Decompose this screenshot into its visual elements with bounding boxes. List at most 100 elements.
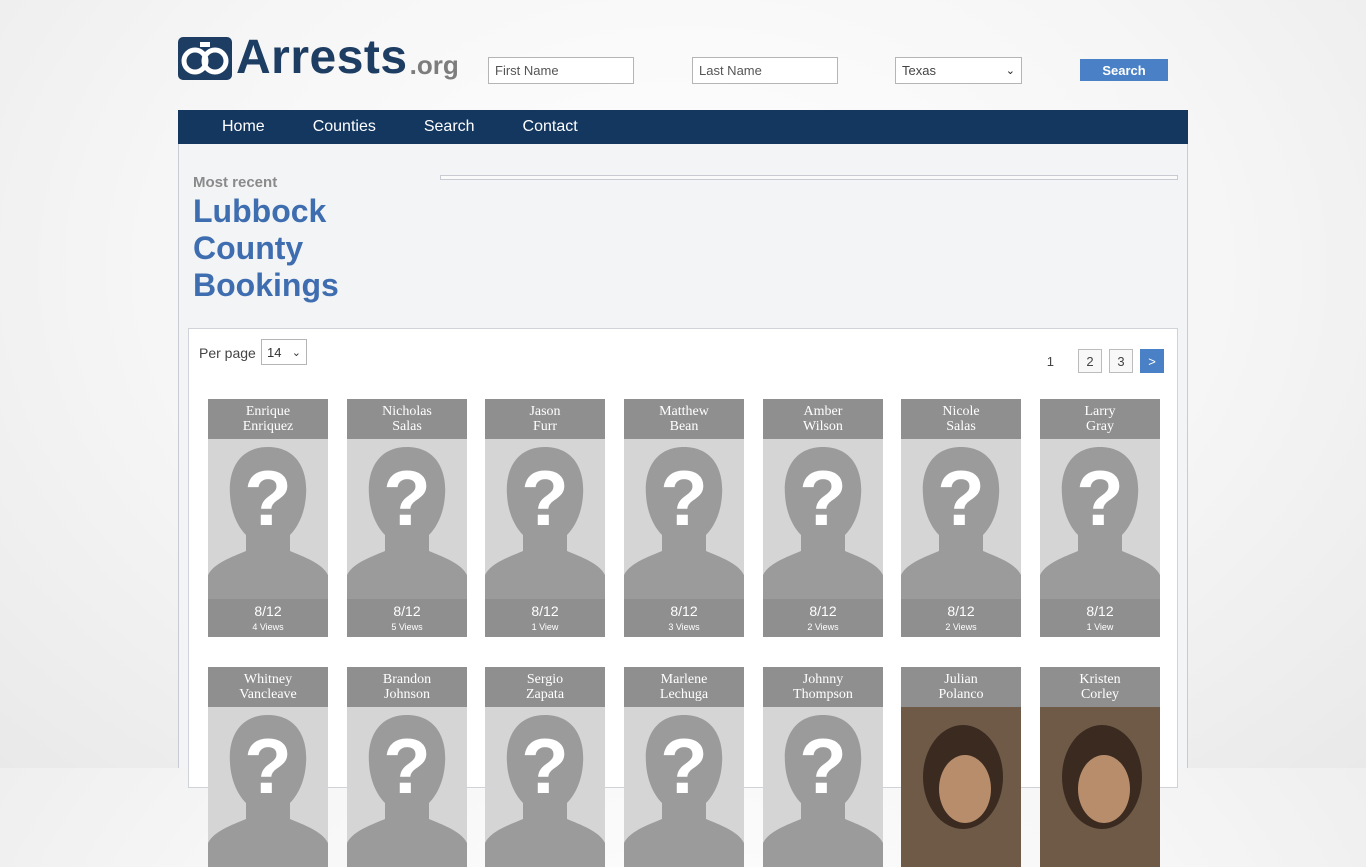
booking-first-name: Johnny: [802, 672, 844, 687]
booking-name: Larry Gray: [1040, 399, 1160, 439]
svg-text:?: ?: [244, 722, 292, 810]
booking-card[interactable]: Julian Polanco: [901, 667, 1021, 867]
booking-photo: ?: [763, 439, 883, 599]
booking-date: 8/12: [1086, 603, 1114, 619]
svg-text:?: ?: [799, 454, 847, 542]
booking-name: Jason Furr: [485, 399, 605, 439]
booking-card[interactable]: Nicholas Salas? 8/12 5 Views: [347, 399, 467, 637]
logo-suffix: .org: [409, 50, 459, 80]
booking-views: 1 View: [531, 622, 559, 632]
pagination-next[interactable]: >: [1140, 349, 1164, 373]
booking-last-name: Salas: [946, 419, 976, 434]
booking-last-name: Corley: [1080, 687, 1120, 702]
booking-footer: 8/12 1 View: [485, 599, 605, 637]
first-name-input[interactable]: [488, 57, 634, 84]
svg-text:?: ?: [383, 454, 431, 542]
per-page-value: 14: [267, 344, 282, 360]
last-name-input[interactable]: [692, 57, 838, 84]
svg-text:?: ?: [1076, 454, 1124, 542]
booking-photo: ?: [208, 707, 328, 867]
booking-card[interactable]: Amber Wilson? 8/12 2 Views: [763, 399, 883, 637]
unknown-person-icon: ?: [901, 439, 1021, 599]
booking-first-name: Enrique: [245, 404, 291, 419]
unknown-person-icon: ?: [347, 707, 467, 867]
chevron-down-icon: ⌄: [1005, 65, 1015, 77]
booking-card[interactable]: Larry Gray? 8/12 1 View: [1040, 399, 1160, 637]
booking-views: 2 Views: [807, 622, 839, 632]
site-logo[interactable]: Arrests .org: [178, 34, 459, 82]
booking-photo: ?: [1040, 439, 1160, 599]
booking-card[interactable]: Johnny Thompson?: [763, 667, 883, 867]
booking-first-name: Sergio: [526, 672, 564, 687]
nav-contact[interactable]: Contact: [523, 118, 578, 136]
svg-text:?: ?: [660, 722, 708, 810]
booking-first-name: Nicholas: [382, 404, 432, 419]
booking-last-name: Wilson: [803, 419, 843, 434]
booking-name: Marlene Lechuga: [624, 667, 744, 707]
booking-name: Nicole Salas: [901, 399, 1021, 439]
svg-text:?: ?: [937, 454, 985, 542]
search-button[interactable]: Search: [1080, 59, 1168, 81]
booking-name: Matthew Bean: [624, 399, 744, 439]
nav-home[interactable]: Home: [222, 118, 265, 136]
booking-photo: ?: [208, 439, 328, 599]
unknown-person-icon: ?: [1040, 439, 1160, 599]
booking-footer: 8/12 2 Views: [763, 599, 883, 637]
booking-card[interactable]: Whitney Vancleave?: [208, 667, 328, 867]
pagination-page-2[interactable]: 2: [1078, 349, 1102, 373]
unknown-person-icon: ?: [624, 439, 744, 599]
booking-card[interactable]: Nicole Salas? 8/12 2 Views: [901, 399, 1021, 637]
pagination: 1 2 3 >: [1047, 349, 1164, 373]
booking-footer: 8/12 3 Views: [624, 599, 744, 637]
booking-card[interactable]: Matthew Bean? 8/12 3 Views: [624, 399, 744, 637]
per-page-label: Per page: [199, 345, 256, 361]
booking-photo: ?: [347, 707, 467, 867]
booking-photo: ?: [485, 439, 605, 599]
booking-first-name: Kristen: [1079, 672, 1121, 687]
unknown-person-icon: ?: [208, 439, 328, 599]
booking-last-name: Salas: [392, 419, 422, 434]
unknown-person-icon: ?: [485, 707, 605, 867]
state-select[interactable]: Texas ⌄: [895, 57, 1022, 84]
booking-card[interactable]: Marlene Lechuga?: [624, 667, 744, 867]
site-header: Arrests .org Texas ⌄ Search: [0, 0, 1366, 110]
booking-last-name: Furr: [532, 419, 558, 434]
booking-footer: 8/12 1 View: [1040, 599, 1160, 637]
booking-date: 8/12: [531, 603, 559, 619]
booking-name: Sergio Zapata: [485, 667, 605, 707]
booking-card[interactable]: Brandon Johnson?: [347, 667, 467, 867]
booking-last-name: Gray: [1086, 419, 1114, 434]
booking-card[interactable]: Enrique Enriquez? 8/12 4 Views: [208, 399, 328, 637]
booking-photo: ?: [485, 707, 605, 867]
main-nav: Home Counties Search Contact: [178, 110, 1188, 144]
nav-counties[interactable]: Counties: [313, 118, 376, 136]
booking-views: 2 Views: [945, 622, 977, 632]
booking-footer: 8/12 2 Views: [901, 599, 1021, 637]
main-content: Most recent Lubbock County Bookings Per …: [178, 144, 1188, 867]
nav-search[interactable]: Search: [424, 118, 475, 136]
bookings-panel: Per page 14 ⌄ 1 2 3 > Enrique Enriquez? 8/…: [188, 328, 1178, 867]
booking-first-name: Larry: [1084, 404, 1116, 419]
booking-first-name: Brandon: [382, 672, 432, 687]
booking-card[interactable]: Sergio Zapata?: [485, 667, 605, 867]
booking-photo: ?: [624, 707, 744, 867]
pagination-page-3[interactable]: 3: [1109, 349, 1133, 373]
booking-last-name: Thompson: [793, 687, 853, 702]
booking-date: 8/12: [393, 603, 421, 619]
booking-card[interactable]: Kristen Corley: [1040, 667, 1160, 867]
mugshot-photo: [1040, 707, 1160, 867]
booking-card[interactable]: Jason Furr? 8/12 1 View: [485, 399, 605, 637]
unknown-person-icon: ?: [347, 439, 467, 599]
handcuffs-logo-icon: [178, 37, 232, 80]
booking-name: Nicholas Salas: [347, 399, 467, 439]
svg-text:?: ?: [521, 454, 569, 542]
booking-first-name: Jason: [529, 404, 561, 419]
booking-first-name: Matthew: [659, 404, 709, 419]
unknown-person-icon: ?: [763, 439, 883, 599]
per-page-select[interactable]: 14 ⌄: [261, 339, 307, 365]
booking-photo: ?: [347, 439, 467, 599]
booking-name: Julian Polanco: [901, 667, 1021, 707]
booking-last-name: Vancleave: [239, 687, 297, 702]
svg-text:?: ?: [383, 722, 431, 810]
booking-views: 3 Views: [668, 622, 700, 632]
